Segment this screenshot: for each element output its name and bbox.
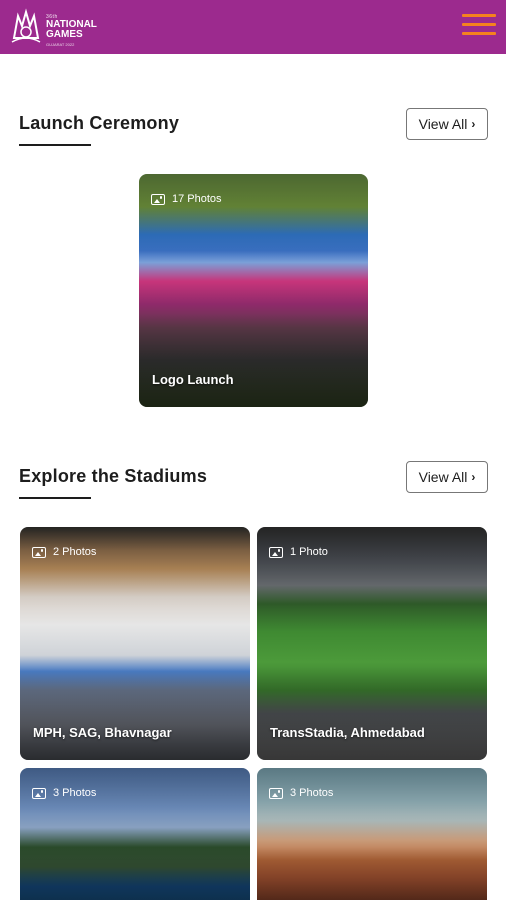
national-games-logo[interactable]: 36th NATIONAL GAMES GUJARAT 2022 bbox=[8, 8, 118, 48]
chevron-right-icon: › bbox=[471, 117, 476, 131]
stadium-card-track[interactable]: 3 Photos bbox=[257, 768, 487, 900]
logo-tagline: GUJARAT 2022 bbox=[46, 42, 75, 47]
photo-count-label: 3 Photos bbox=[53, 787, 97, 799]
photo-count: 3 Photos bbox=[32, 787, 96, 799]
photo-count-label: 1 Photo bbox=[290, 546, 328, 558]
launch-ceremony-underline bbox=[19, 144, 91, 146]
stadiums-view-all-button[interactable]: View All › bbox=[406, 461, 488, 493]
image-icon bbox=[32, 787, 46, 799]
photo-count: 3 Photos bbox=[269, 787, 333, 799]
hamburger-menu-icon[interactable] bbox=[462, 14, 496, 40]
photo-count: 1 Photo bbox=[269, 546, 328, 558]
image-icon bbox=[32, 546, 46, 558]
card-title: MPH, SAG, Bhavnagar bbox=[33, 725, 172, 740]
stadiums-view-all-label: View All bbox=[418, 469, 468, 485]
card-title: TransStadia, Ahmedabad bbox=[270, 725, 425, 740]
menu-bar-middle bbox=[462, 23, 496, 26]
menu-bar-bottom bbox=[462, 32, 496, 35]
launch-card-logo-launch[interactable]: 17 Photos Logo Launch bbox=[139, 174, 368, 407]
menu-bar-top bbox=[462, 14, 496, 17]
logo-title-line2: GAMES bbox=[46, 29, 83, 40]
logo-text: 36th NATIONAL GAMES GUJARAT 2022 bbox=[46, 14, 97, 47]
stadiums-title: Explore the Stadiums bbox=[19, 466, 208, 486]
logo-emblem-icon bbox=[11, 8, 41, 43]
stadiums-underline bbox=[19, 497, 91, 499]
app-header: 36th NATIONAL GAMES GUJARAT 2022 bbox=[0, 0, 506, 54]
photo-count-label: 17 Photos bbox=[172, 193, 222, 205]
photo-count: 2 Photos bbox=[32, 546, 96, 558]
launch-view-all-label: View All bbox=[418, 116, 468, 132]
launch-view-all-button[interactable]: View All › bbox=[406, 108, 488, 140]
launch-ceremony-title: Launch Ceremony bbox=[19, 113, 180, 133]
card-title: Logo Launch bbox=[152, 372, 234, 387]
stadium-card-mph-bhavnagar[interactable]: 2 Photos MPH, SAG, Bhavnagar bbox=[20, 527, 250, 760]
photo-count-label: 2 Photos bbox=[53, 546, 97, 558]
image-icon bbox=[269, 546, 283, 558]
logo-edition: 36th bbox=[46, 14, 58, 20]
stadium-card-pool[interactable]: 3 Photos bbox=[20, 768, 250, 900]
photo-count: 17 Photos bbox=[151, 193, 222, 205]
image-icon bbox=[269, 787, 283, 799]
image-icon bbox=[151, 193, 165, 205]
stadium-card-transstadia[interactable]: 1 Photo TransStadia, Ahmedabad bbox=[257, 527, 487, 760]
chevron-right-icon: › bbox=[471, 470, 476, 484]
photo-count-label: 3 Photos bbox=[290, 787, 334, 799]
